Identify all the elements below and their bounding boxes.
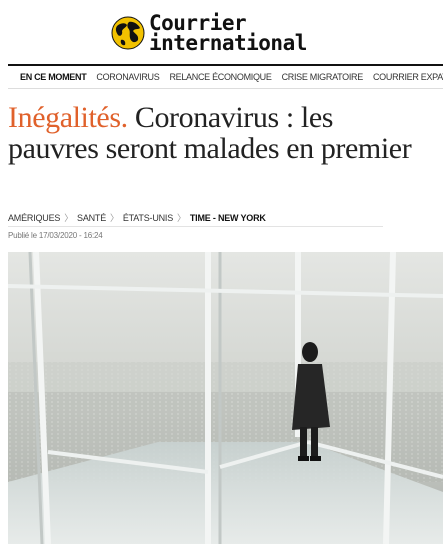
- article-kicker: Inégalités.: [8, 101, 128, 134]
- brand-line1: Courrier: [149, 11, 247, 35]
- breadcrumb-sante[interactable]: SANTÉ: [77, 213, 106, 223]
- article-source[interactable]: TIME - NEW YORK: [190, 213, 266, 223]
- topic-nav: EN CE MOMENT CORONAVIRUS RELANCE ÉCONOMI…: [8, 64, 443, 89]
- breadcrumb: AMÉRIQUES 〉 SANTÉ 〉 ÉTATS-UNIS 〉 TIME - NEW YO…: [8, 211, 266, 224]
- breadcrumb-etats-unis[interactable]: ÉTATS-UNIS: [123, 213, 173, 223]
- article-title: Inégalités. Coronavirus : les pauvres se…: [8, 102, 428, 164]
- site-logo[interactable]: Courrier international: [111, 11, 307, 55]
- brand-line2: international: [149, 31, 307, 55]
- nav-item-crise[interactable]: CRISE MIGRATOIRE: [282, 72, 364, 82]
- nav-item-expat[interactable]: COURRIER EXPAT: [373, 72, 443, 82]
- breadcrumb-americas[interactable]: AMÉRIQUES: [8, 213, 60, 223]
- breadcrumb-separator-icon: 〉: [110, 213, 119, 223]
- breadcrumb-separator-icon: 〉: [64, 213, 74, 223]
- publish-date: Publié le 17/03/2020 - 16:24: [8, 231, 103, 240]
- observation-deck-photo: [8, 252, 443, 544]
- masthead: Courrier international: [0, 0, 443, 64]
- divider: [8, 226, 383, 227]
- nav-item-relance[interactable]: RELANCE ÉCONOMIQUE: [169, 72, 271, 82]
- nav-item-coronavirus[interactable]: CORONAVIRUS: [96, 72, 159, 82]
- article-photo: [8, 252, 443, 544]
- brand-wordmark: Courrier international: [149, 11, 307, 55]
- globe-logo-icon: [111, 16, 145, 50]
- breadcrumb-separator-icon: 〉: [177, 213, 186, 223]
- nav-label-current: EN CE MOMENT: [20, 72, 87, 82]
